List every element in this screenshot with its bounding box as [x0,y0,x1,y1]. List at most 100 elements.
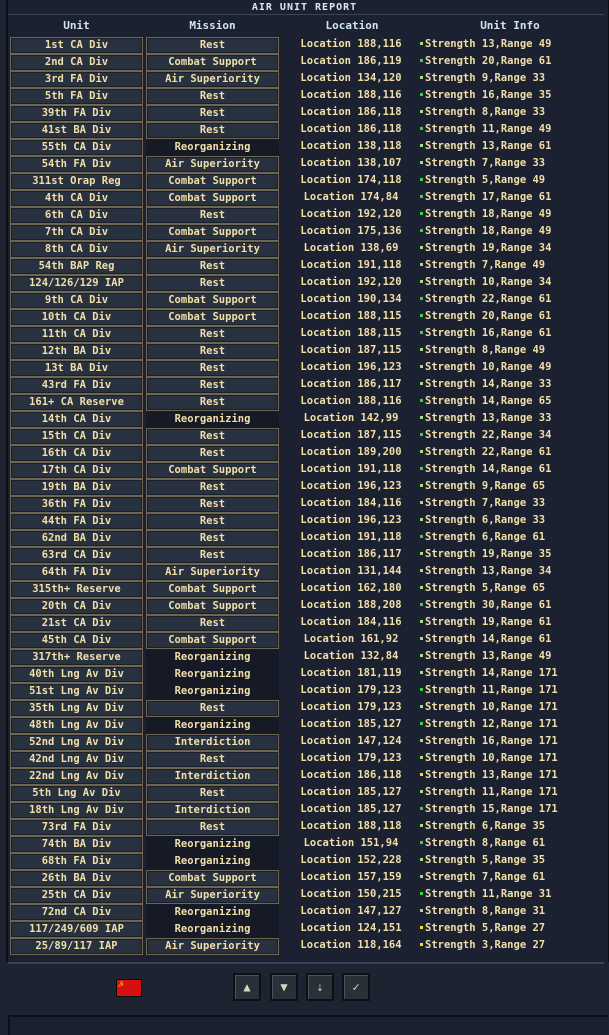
mission-button[interactable]: Rest [146,360,279,377]
mission-button[interactable]: Rest [146,343,279,360]
mission-button[interactable]: Air Superiority [146,887,279,904]
mission-button[interactable]: Rest [146,37,279,54]
unit-name-button[interactable]: 1st CA Div [10,37,143,54]
mission-button[interactable]: Combat Support [146,309,279,326]
unit-name-button[interactable]: 48th Lng Av Div [10,717,143,734]
mission-button[interactable]: Rest [146,819,279,836]
mission-button[interactable]: Combat Support [146,581,279,598]
scroll-up-button[interactable]: ▲ [233,973,261,1001]
unit-name-button[interactable]: 6th CA Div [10,207,143,224]
unit-name-button[interactable]: 36th FA Div [10,496,143,513]
mission-button[interactable]: Combat Support [146,870,279,887]
unit-name-button[interactable]: 55th CA Div [10,139,143,156]
unit-name-button[interactable]: 41st BA Div [10,122,143,139]
confirm-button[interactable]: ✓ [342,973,370,1001]
mission-button[interactable]: Rest [146,207,279,224]
unit-name-button[interactable]: 9th CA Div [10,292,143,309]
unit-name-button[interactable]: 5th Lng Av Div [10,785,143,802]
unit-name-button[interactable]: 54th FA Div [10,156,143,173]
unit-name-button[interactable]: 22nd Lng Av Div [10,768,143,785]
mission-button[interactable]: Combat Support [146,190,279,207]
unit-name-button[interactable]: 5th FA Div [10,88,143,105]
mission-button[interactable]: Rest [146,513,279,530]
unit-name-button[interactable]: 54th BAP Reg [10,258,143,275]
sort-button[interactable]: ⇣ [306,973,334,1001]
unit-name-button[interactable]: 35th Lng Av Div [10,700,143,717]
unit-name-button[interactable]: 117/249/609 IAP [10,921,143,938]
unit-name-button[interactable]: 11th CA Div [10,326,143,343]
mission-button[interactable]: Combat Support [146,173,279,190]
unit-name-button[interactable]: 15th CA Div [10,428,143,445]
unit-name-button[interactable]: 315th+ Reserve [10,581,143,598]
unit-name-button[interactable]: 68th FA Div [10,853,143,870]
mission-button[interactable]: Rest [146,530,279,547]
mission-button[interactable]: Rest [146,105,279,122]
column-header-location[interactable]: Location [282,19,422,32]
mission-button[interactable]: Air Superiority [146,564,279,581]
unit-name-button[interactable]: 44th FA Div [10,513,143,530]
unit-name-button[interactable]: 74th BA Div [10,836,143,853]
mission-button[interactable]: Rest [146,496,279,513]
unit-name-button[interactable]: 7th CA Div [10,224,143,241]
unit-name-button[interactable]: 51st Lng Av Div [10,683,143,700]
mission-button[interactable]: Rest [146,275,279,292]
unit-name-button[interactable]: 12th BA Div [10,343,143,360]
mission-button[interactable]: Rest [146,700,279,717]
column-header-unit[interactable]: Unit [10,19,143,32]
unit-name-button[interactable]: 14th CA Div [10,411,143,428]
unit-name-button[interactable]: 62nd BA Div [10,530,143,547]
mission-button[interactable]: Rest [146,445,279,462]
unit-name-button[interactable]: 73rd FA Div [10,819,143,836]
unit-name-button[interactable]: 311st Orap Reg [10,173,143,190]
mission-button[interactable]: Rest [146,479,279,496]
unit-name-button[interactable]: 2nd CA Div [10,54,143,71]
unit-name-button[interactable]: 317th+ Reserve [10,649,143,666]
mission-button[interactable]: Air Superiority [146,241,279,258]
unit-name-button[interactable]: 63rd CA Div [10,547,143,564]
column-header-mission[interactable]: Mission [146,19,279,32]
unit-name-button[interactable]: 40th Lng Av Div [10,666,143,683]
mission-button[interactable]: Interdiction [146,734,279,751]
unit-name-button[interactable]: 64th FA Div [10,564,143,581]
unit-name-button[interactable]: 42nd Lng Av Div [10,751,143,768]
mission-button[interactable]: Rest [146,88,279,105]
unit-name-button[interactable]: 72nd CA Div [10,904,143,921]
mission-button[interactable]: Combat Support [146,598,279,615]
scroll-down-button[interactable]: ▼ [270,973,298,1001]
unit-name-button[interactable]: 39th FA Div [10,105,143,122]
mission-button[interactable]: Rest [146,547,279,564]
unit-name-button[interactable]: 124/126/129 IAP [10,275,143,292]
unit-name-button[interactable]: 4th CA Div [10,190,143,207]
mission-button[interactable]: Rest [146,751,279,768]
mission-button[interactable]: Combat Support [146,632,279,649]
unit-name-button[interactable]: 10th CA Div [10,309,143,326]
mission-button[interactable]: Rest [146,326,279,343]
mission-button[interactable]: Air Superiority [146,156,279,173]
mission-button[interactable]: Rest [146,377,279,394]
mission-button[interactable]: Air Superiority [146,71,279,88]
mission-button[interactable]: Combat Support [146,462,279,479]
mission-button[interactable]: Interdiction [146,802,279,819]
unit-name-button[interactable]: 26th BA Div [10,870,143,887]
mission-button[interactable]: Rest [146,258,279,275]
mission-button[interactable]: Rest [146,615,279,632]
unit-name-button[interactable]: 18th Lng Av Div [10,802,143,819]
unit-name-button[interactable]: 52nd Lng Av Div [10,734,143,751]
unit-name-button[interactable]: 17th CA Div [10,462,143,479]
mission-button[interactable]: Rest [146,394,279,411]
mission-button[interactable]: Rest [146,428,279,445]
unit-name-button[interactable]: 8th CA Div [10,241,143,258]
unit-name-button[interactable]: 21st CA Div [10,615,143,632]
unit-name-button[interactable]: 3rd FA Div [10,71,143,88]
mission-button[interactable]: Rest [146,122,279,139]
unit-name-button[interactable]: 19th BA Div [10,479,143,496]
unit-name-button[interactable]: 13t BA Div [10,360,143,377]
unit-name-button[interactable]: 20th CA Div [10,598,143,615]
unit-name-button[interactable]: 25/89/117 IAP [10,938,143,955]
unit-name-button[interactable]: 16th CA Div [10,445,143,462]
unit-name-button[interactable]: 25th CA Div [10,887,143,904]
unit-name-button[interactable]: 43rd FA Div [10,377,143,394]
mission-button[interactable]: Combat Support [146,54,279,71]
mission-button[interactable]: Interdiction [146,768,279,785]
unit-name-button[interactable]: 161+ CA Reserve [10,394,143,411]
